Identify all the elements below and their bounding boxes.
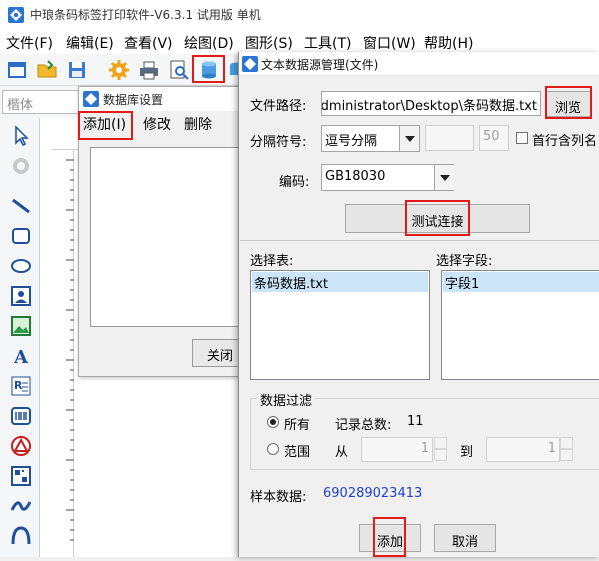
filter-all-label: 所有 — [284, 418, 311, 433]
menu-help[interactable]: 帮助(H) — [424, 33, 473, 53]
shape-triangle-tool-icon[interactable] — [9, 434, 33, 458]
drawing-tools-column: A R — [0, 118, 40, 557]
filter-range-label: 范围 — [284, 445, 311, 460]
menu-draw[interactable]: 绘图(D) — [184, 33, 234, 53]
record-total-value: 11 — [407, 414, 424, 429]
vertical-ruler-ticks — [66, 159, 74, 541]
separator-value: 逗号分隔 — [325, 134, 378, 149]
barcode-tool-icon[interactable] — [9, 404, 33, 428]
to-input: 1 — [486, 437, 560, 462]
from-input: 1 — [361, 437, 433, 462]
data-filter-label: 数据过滤 — [257, 390, 316, 409]
add-button[interactable]: 添加 — [359, 524, 421, 552]
dialog-logo-icon — [242, 56, 258, 72]
menu-modify[interactable]: 修改 — [143, 114, 171, 134]
database-settings-dialog: 数据库设置 添加(I) 修改 删除 关闭 — [78, 86, 252, 377]
filter-range-radio[interactable] — [267, 443, 279, 455]
line-tool-icon[interactable] — [9, 194, 33, 218]
datasource-dialog-title-bar[interactable]: 文本数据源管理(文件) — [239, 52, 599, 76]
multiline-text-tool-icon[interactable]: R — [9, 374, 33, 398]
menu-view[interactable]: 查看(V) — [124, 33, 173, 53]
menu-shape[interactable]: 图形(S) — [245, 33, 293, 53]
table-list-item[interactable]: 条码数据.txt — [252, 272, 428, 292]
sample-data-value: 690289023413 — [323, 486, 423, 501]
database-dialog-title-bar[interactable]: 数据库设置 — [79, 87, 245, 111]
app-title: 中琅条码标签打印软件-V6.3.1 试用版 单机 — [30, 8, 261, 22]
dialog-logo-icon — [83, 91, 99, 107]
encoding-value: GB18030 — [325, 169, 386, 184]
sample-data-label: 样本数据: — [250, 490, 307, 505]
from-label: 从 — [335, 445, 349, 460]
first-row-header-label: 首行含列名 — [532, 134, 598, 149]
cancel-button[interactable]: 取消 — [434, 524, 496, 552]
arc-tool-icon[interactable] — [9, 524, 33, 548]
new-document-icon[interactable] — [6, 59, 28, 81]
menu-delete[interactable]: 删除 — [184, 114, 212, 134]
rotate-tool-icon[interactable] — [9, 154, 33, 178]
svg-text:A: A — [13, 347, 29, 368]
text-datasource-dialog: 文本数据源管理(文件) 文件路径: Administrator\Desktop\… — [238, 52, 599, 557]
print-icon[interactable] — [138, 59, 160, 81]
menu-edit[interactable]: 编辑(E) — [66, 33, 114, 53]
font-select[interactable]: 楷体 — [2, 90, 80, 114]
text-tool-icon[interactable]: A — [9, 344, 33, 368]
menu-add[interactable]: 添加(I) — [83, 114, 126, 134]
settings-gear-icon[interactable] — [108, 59, 130, 81]
table-list[interactable]: 条码数据.txt — [250, 270, 430, 380]
menu-window[interactable]: 窗口(W) — [363, 33, 416, 53]
file-path-label: 文件路径: — [250, 99, 307, 114]
first-row-header-checkbox[interactable] — [516, 132, 528, 144]
picture-tool-icon[interactable] — [9, 314, 33, 338]
datasource-dialog-title: 文本数据源管理(文件) — [261, 58, 379, 72]
database-settings-icon[interactable] — [198, 59, 220, 81]
image-frame-tool-icon[interactable] — [9, 284, 33, 308]
open-folder-icon[interactable] — [36, 59, 58, 81]
svg-text:R: R — [14, 379, 23, 392]
test-connection-button[interactable]: 测试连接 — [345, 204, 530, 233]
record-total-label: 记录总数: — [335, 418, 392, 433]
encoding-dropdown-icon[interactable] — [434, 165, 454, 190]
encoding-label: 编码: — [279, 175, 310, 190]
menu-file[interactable]: 文件(F) — [6, 33, 53, 53]
app-title-bar: 中琅条码标签打印软件-V6.3.1 试用版 单机 — [0, 0, 599, 30]
database-dialog-menu: 添加(I) 修改 删除 — [79, 111, 245, 135]
browse-button[interactable]: 浏览 — [545, 91, 591, 117]
select-table-label: 选择表: — [250, 254, 294, 269]
select-field-label: 选择字段: — [436, 254, 493, 269]
ellipse-tool-icon[interactable] — [9, 254, 33, 278]
save-icon[interactable] — [66, 59, 88, 81]
from-spinner — [434, 437, 447, 462]
separator-label: 分隔符号: — [250, 135, 307, 150]
vertical-ruler — [52, 150, 74, 557]
menu-bar: 文件(F) 编辑(E) 查看(V) 绘图(D) 图形(S) 工具(T) 窗口(W… — [0, 30, 599, 54]
curve-tool-icon[interactable] — [9, 494, 33, 518]
rectangle-tool-icon[interactable] — [9, 224, 33, 248]
database-dialog-title: 数据库设置 — [103, 93, 164, 107]
app-logo-icon — [8, 7, 24, 23]
to-spinner — [560, 437, 573, 462]
field-list[interactable]: 字段1 — [441, 270, 599, 380]
qrcode-tool-icon[interactable] — [9, 464, 33, 488]
divider — [240, 240, 599, 241]
database-list[interactable] — [90, 147, 240, 327]
pointer-select-icon[interactable] — [9, 124, 33, 148]
separator-custom-input — [425, 125, 474, 151]
to-label: 到 — [460, 445, 474, 460]
separator-width-input: 50 — [479, 125, 509, 151]
file-path-input[interactable]: Administrator\Desktop\条码数据.txt — [321, 91, 541, 116]
print-preview-icon[interactable] — [168, 59, 190, 81]
filter-all-radio[interactable] — [267, 416, 279, 428]
menu-tools[interactable]: 工具(T) — [304, 33, 351, 53]
separator-dropdown-icon[interactable] — [399, 126, 419, 151]
field-list-item[interactable]: 字段1 — [443, 272, 599, 292]
